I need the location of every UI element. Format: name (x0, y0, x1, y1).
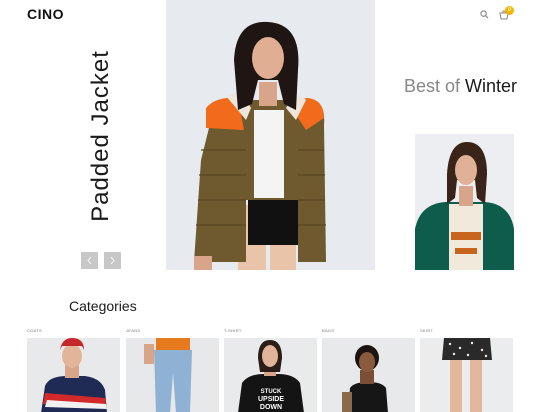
category-card-tshirt[interactable]: T-SHIRT STUCK UPSIDE DOWN (224, 328, 317, 412)
category-jeans-illustration (126, 338, 219, 412)
category-card-skirt[interactable]: SKIRT (420, 328, 513, 412)
hero-vertical-title: Padded Jacket (86, 48, 116, 223)
svg-text:UPSIDE: UPSIDE (258, 396, 284, 403)
category-coats-illustration (27, 338, 120, 412)
category-label[interactable]: COATS (27, 328, 120, 338)
chevron-right-icon (110, 256, 115, 265)
category-label[interactable]: BAGS (322, 328, 415, 338)
hero-title-text: Padded Jacket (87, 49, 114, 222)
category-bags-illustration (322, 338, 415, 412)
svg-text:STUCK: STUCK (261, 389, 282, 395)
hero-tagline: Best of Winter (404, 76, 517, 97)
category-label[interactable]: T-SHIRT (224, 328, 317, 338)
chevron-left-icon (87, 256, 92, 265)
category-image[interactable] (322, 338, 415, 412)
secondary-model-image[interactable] (415, 134, 514, 270)
cart-count-badge: 0 (505, 6, 514, 15)
category-image[interactable]: STUCK UPSIDE DOWN (224, 338, 317, 412)
hero-model-image (166, 0, 375, 270)
tagline-strong: Winter (465, 76, 518, 96)
categories-heading: Categories (69, 298, 137, 314)
category-image[interactable] (420, 338, 513, 412)
category-skirt-illustration (420, 338, 513, 412)
category-card-bags[interactable]: BAGS (322, 328, 415, 412)
category-image[interactable] (126, 338, 219, 412)
category-label[interactable]: SKIRT (420, 328, 513, 338)
category-card-jeans[interactable]: JEANS (126, 328, 219, 412)
search-icon[interactable] (480, 10, 489, 19)
slider-prev-button[interactable] (81, 252, 98, 269)
tagline-light: Best of (404, 76, 461, 96)
category-tshirt-illustration: STUCK UPSIDE DOWN (224, 338, 317, 412)
category-image[interactable] (27, 338, 120, 412)
logo[interactable]: CINO (27, 6, 64, 22)
model-puffer-jacket-illustration (166, 0, 375, 270)
model-green-jacket-illustration (415, 134, 514, 270)
svg-text:DOWN: DOWN (260, 404, 282, 411)
category-card-coats[interactable]: COATS (27, 328, 120, 412)
category-label[interactable]: JEANS (126, 328, 219, 338)
slider-next-button[interactable] (104, 252, 121, 269)
